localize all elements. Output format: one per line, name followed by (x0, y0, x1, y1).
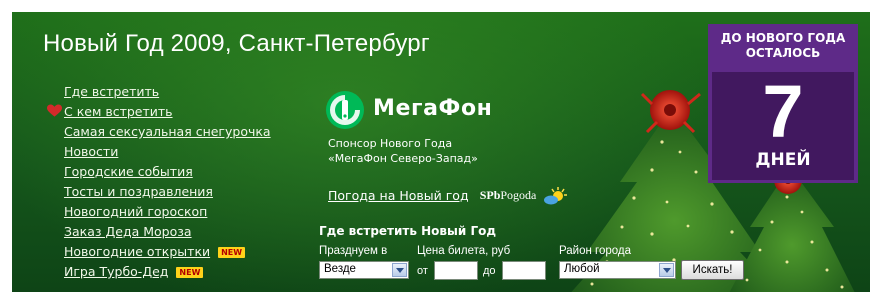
heart-icon (47, 104, 62, 117)
red-bow-large (640, 90, 701, 134)
spb-pogoda-logo-bold: SPb (479, 188, 501, 202)
celebrate-select-value: Везде (324, 263, 356, 275)
nav-link-toasts[interactable]: Тосты и поздравления (64, 184, 213, 199)
spb-pogoda-logo[interactable]: SPbPogoda (480, 188, 537, 203)
nav-item-with-whom: С кем встретить (47, 102, 271, 122)
price-from-input[interactable] (434, 261, 478, 280)
celebrate-select[interactable]: Везде (319, 261, 409, 279)
nav-item-city-events: Городские события (64, 162, 271, 182)
countdown-line-1: ДО НОВОГО ГОДА (720, 31, 846, 45)
countdown-header: ДО НОВОГО ГОДА ОСТАЛОСЬ (708, 24, 858, 68)
price-to-label: до (483, 265, 496, 277)
megafon-logo-text: МегаФон (373, 96, 493, 121)
nav-link-city-events[interactable]: Городские события (64, 164, 193, 179)
nav-item-toasts: Тосты и поздравления (64, 182, 271, 202)
nav-link-snow-maiden[interactable]: Самая сексуальная снегурочка (64, 124, 271, 139)
weather-link[interactable]: Погода на Новый год (328, 188, 469, 203)
district-select-value: Любой (564, 263, 600, 275)
celebrate-label: Празднуем в (319, 245, 388, 257)
weather-block: Погода на Новый год SPbPogoda (328, 185, 568, 206)
nav-item-horoscope: Новогодний гороскоп (64, 202, 271, 222)
page: Новый Год 2009, Санкт-Петербург Где встр… (0, 0, 880, 303)
nav-item-where: Где встретить (64, 82, 271, 102)
nav-link-where[interactable]: Где встретить (64, 84, 159, 99)
district-label: Район города (559, 245, 632, 257)
nav-link-postcards[interactable]: Новогодние открытки (64, 244, 210, 259)
sponsor-line-2: «МегаФон Северо-Запад» (328, 152, 478, 165)
new-badge: NEW (218, 247, 246, 258)
chevron-down-icon[interactable] (659, 263, 674, 277)
nav-link-ded-moroz-order[interactable]: Заказ Деда Мороза (64, 224, 192, 239)
nav-link-horoscope[interactable]: Новогодний гороскоп (64, 204, 207, 219)
district-select[interactable]: Любой (559, 261, 676, 279)
nav-item-snow-maiden: Самая сексуальная снегурочка (64, 122, 271, 142)
spb-pogoda-logo-rest: Pogoda (500, 188, 537, 202)
countdown-line-2: ОСТАЛОСЬ (745, 46, 821, 60)
price-label: Цена билета, руб (417, 245, 511, 257)
megafon-logo-icon (326, 91, 364, 129)
main-nav: Где встретить С кем встретить Самая секс… (47, 82, 271, 282)
nav-item-postcards: Новогодние открытки NEW (64, 242, 271, 262)
search-button[interactable]: Искать! (681, 260, 744, 280)
search-title: Где встретить Новый Год (319, 224, 497, 238)
countdown-body: 7 ДНЕЙ (712, 72, 854, 180)
countdown-widget: ДО НОВОГО ГОДА ОСТАЛОСЬ 7 ДНЕЙ (708, 24, 858, 183)
new-year-banner: Новый Год 2009, Санкт-Петербург Где встр… (12, 12, 870, 292)
nav-link-with-whom[interactable]: С кем встретить (64, 104, 173, 119)
new-badge: NEW (176, 267, 204, 278)
countdown-unit: ДНЕЙ (755, 150, 811, 170)
page-title: Новый Год 2009, Санкт-Петербург (43, 30, 430, 57)
price-from-label: от (417, 265, 428, 277)
countdown-number: 7 (762, 70, 804, 153)
nav-item-news: Новости (64, 142, 271, 162)
sponsor-line-1: Спонсор Нового Года (328, 137, 453, 150)
nav-item-turbo-ded-game: Игра Турбо-Дед NEW (64, 262, 271, 282)
nav-item-ded-moroz-order: Заказ Деда Мороза (64, 222, 271, 242)
price-to-input[interactable] (502, 261, 546, 280)
nav-link-news[interactable]: Новости (64, 144, 118, 159)
nav-link-turbo-ded-game[interactable]: Игра Турбо-Дед (64, 264, 168, 279)
chevron-down-icon[interactable] (392, 263, 407, 277)
sponsor-text: Спонсор Нового Года «МегаФон Северо-Запа… (328, 136, 478, 166)
sun-cloud-icon (544, 187, 568, 205)
